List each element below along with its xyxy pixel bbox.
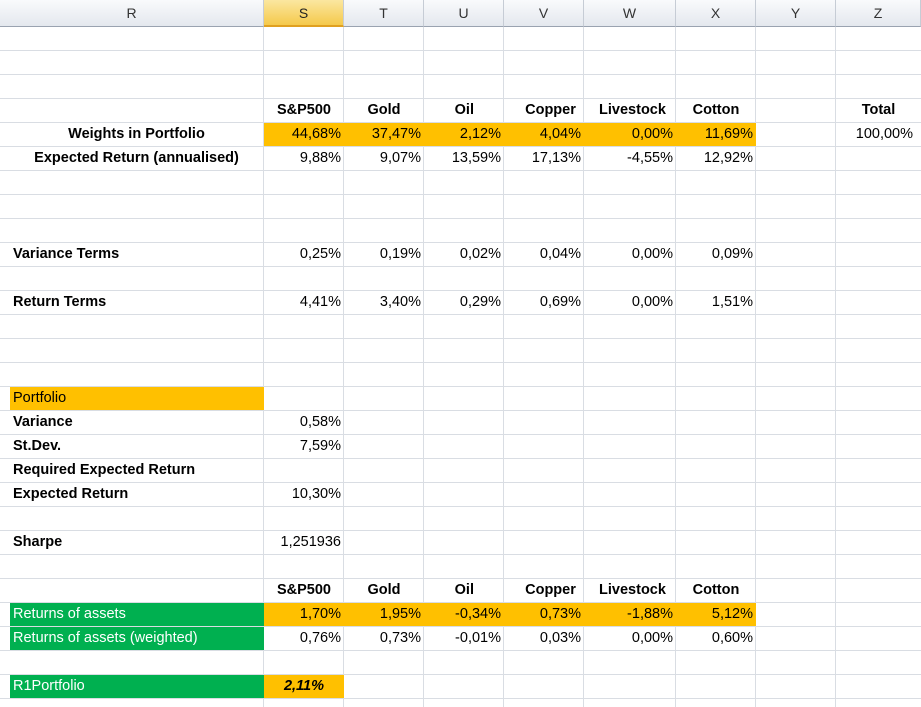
returns-weighted-label[interactable]: Returns of assets (weighted) <box>10 627 264 650</box>
gridline <box>0 554 921 555</box>
weighted-return-cell[interactable]: 0,03% <box>504 627 584 650</box>
r1portfolio-cell[interactable]: 2,11% <box>264 675 344 698</box>
return-term-cell[interactable]: 0,29% <box>424 291 504 314</box>
gridline <box>0 314 921 315</box>
weight-cell[interactable]: 37,47% <box>344 123 424 146</box>
weighted-return-cell[interactable]: 0,76% <box>264 627 344 650</box>
gridline <box>0 362 921 363</box>
return-term-cell[interactable]: 0,00% <box>584 291 676 314</box>
asset-header-cell[interactable]: Gold <box>344 579 424 602</box>
sharpe-cell[interactable]: 1,251936 <box>264 531 344 554</box>
sharpe-label[interactable]: Sharpe <box>10 531 264 554</box>
weight-cell[interactable]: 11,69% <box>676 123 756 146</box>
weighted-return-cell[interactable]: 0,00% <box>584 627 676 650</box>
asset-return-cell[interactable]: 5,12% <box>676 603 756 626</box>
gridline <box>0 50 921 51</box>
total-header-cell[interactable]: Total <box>836 99 921 122</box>
weighted-return-cell[interactable]: 0,60% <box>676 627 756 650</box>
asset-header-cell[interactable]: Gold <box>344 99 424 122</box>
portfolio-variance-cell[interactable]: 0,58% <box>264 411 344 434</box>
variance-term-cell[interactable]: 0,25% <box>264 243 344 266</box>
asset-header-cell[interactable]: S&P500 <box>264 99 344 122</box>
gridline <box>0 194 921 195</box>
weight-cell[interactable]: 0,00% <box>584 123 676 146</box>
return-term-cell[interactable]: 4,41% <box>264 291 344 314</box>
asset-return-cell[interactable]: 1,95% <box>344 603 424 626</box>
expected-return-cell[interactable]: 9,88% <box>264 147 344 170</box>
asset-return-cell[interactable]: -1,88% <box>584 603 676 626</box>
col-header-u[interactable]: U <box>424 0 504 27</box>
expected-return-cell[interactable]: 17,13% <box>504 147 584 170</box>
variance-term-cell[interactable]: 0,09% <box>676 243 756 266</box>
weight-cell[interactable]: 2,12% <box>424 123 504 146</box>
asset-return-cell[interactable]: -0,34% <box>424 603 504 626</box>
weight-cell[interactable]: 4,04% <box>504 123 584 146</box>
asset-header-cell[interactable]: Copper <box>504 99 584 122</box>
variance-term-cell[interactable]: 0,04% <box>504 243 584 266</box>
portfolio-expected-return-cell[interactable]: 10,30% <box>264 483 344 506</box>
weights-label[interactable]: Weights in Portfolio <box>0 123 264 146</box>
weighted-return-cell[interactable]: -0,01% <box>424 627 504 650</box>
gridline <box>0 266 921 267</box>
variance-term-cell[interactable]: 0,19% <box>344 243 424 266</box>
portfolio-variance-label[interactable]: Variance <box>10 411 264 434</box>
col-header-v[interactable]: V <box>504 0 584 27</box>
returns-of-assets-label[interactable]: Returns of assets <box>10 603 264 626</box>
weight-total-cell[interactable]: 100,00% <box>836 123 921 146</box>
col-header-z[interactable]: Z <box>836 0 921 27</box>
expected-return-cell[interactable]: 12,92% <box>676 147 756 170</box>
col-header-r[interactable]: R <box>0 0 264 27</box>
gridline <box>0 218 921 219</box>
return-terms-label[interactable]: Return Terms <box>10 291 264 314</box>
expected-return-label[interactable]: Expected Return (annualised) <box>0 147 264 170</box>
portfolio-stdev-label[interactable]: St.Dev. <box>10 435 264 458</box>
return-term-cell[interactable]: 0,69% <box>504 291 584 314</box>
asset-header-cell[interactable]: Copper <box>504 579 584 602</box>
expected-return-cell[interactable]: 13,59% <box>424 147 504 170</box>
gridline <box>0 338 921 339</box>
asset-header-cell[interactable]: Livestock <box>584 99 676 122</box>
asset-return-cell[interactable]: 1,70% <box>264 603 344 626</box>
gridline <box>0 74 921 75</box>
portfolio-stdev-cell[interactable]: 7,59% <box>264 435 344 458</box>
expected-return-cell[interactable]: -4,55% <box>584 147 676 170</box>
spreadsheet-grid[interactable]: R S T U V W X Y Z S&P500 Gold Oil Copper… <box>0 0 921 707</box>
asset-header-cell[interactable]: Cotton <box>676 579 756 602</box>
asset-header-cell[interactable]: Oil <box>424 99 504 122</box>
asset-header-cell[interactable]: Livestock <box>584 579 676 602</box>
weighted-return-cell[interactable]: 0,73% <box>344 627 424 650</box>
col-header-s[interactable]: S <box>264 0 344 27</box>
asset-header-cell[interactable]: S&P500 <box>264 579 344 602</box>
asset-header-cell[interactable]: Oil <box>424 579 504 602</box>
asset-header-cell[interactable]: Cotton <box>676 99 756 122</box>
r1portfolio-label[interactable]: R1Portfolio <box>10 675 264 698</box>
variance-term-cell[interactable]: 0,02% <box>424 243 504 266</box>
expected-return-cell[interactable]: 9,07% <box>344 147 424 170</box>
required-expected-return-label[interactable]: Required Expected Return <box>10 459 264 482</box>
col-header-w[interactable]: W <box>584 0 676 27</box>
weight-cell[interactable]: 44,68% <box>264 123 344 146</box>
col-header-y[interactable]: Y <box>756 0 836 27</box>
gridline <box>0 506 921 507</box>
portfolio-expected-return-label[interactable]: Expected Return <box>10 483 264 506</box>
gridline <box>0 650 921 651</box>
variance-terms-label[interactable]: Variance Terms <box>10 243 264 266</box>
col-header-t[interactable]: T <box>344 0 424 27</box>
return-term-cell[interactable]: 3,40% <box>344 291 424 314</box>
gridline <box>0 170 921 171</box>
asset-return-cell[interactable]: 0,73% <box>504 603 584 626</box>
col-header-x[interactable]: X <box>676 0 756 27</box>
return-term-cell[interactable]: 1,51% <box>676 291 756 314</box>
gridline <box>0 698 921 699</box>
portfolio-title[interactable]: Portfolio <box>10 387 264 410</box>
variance-term-cell[interactable]: 0,00% <box>584 243 676 266</box>
